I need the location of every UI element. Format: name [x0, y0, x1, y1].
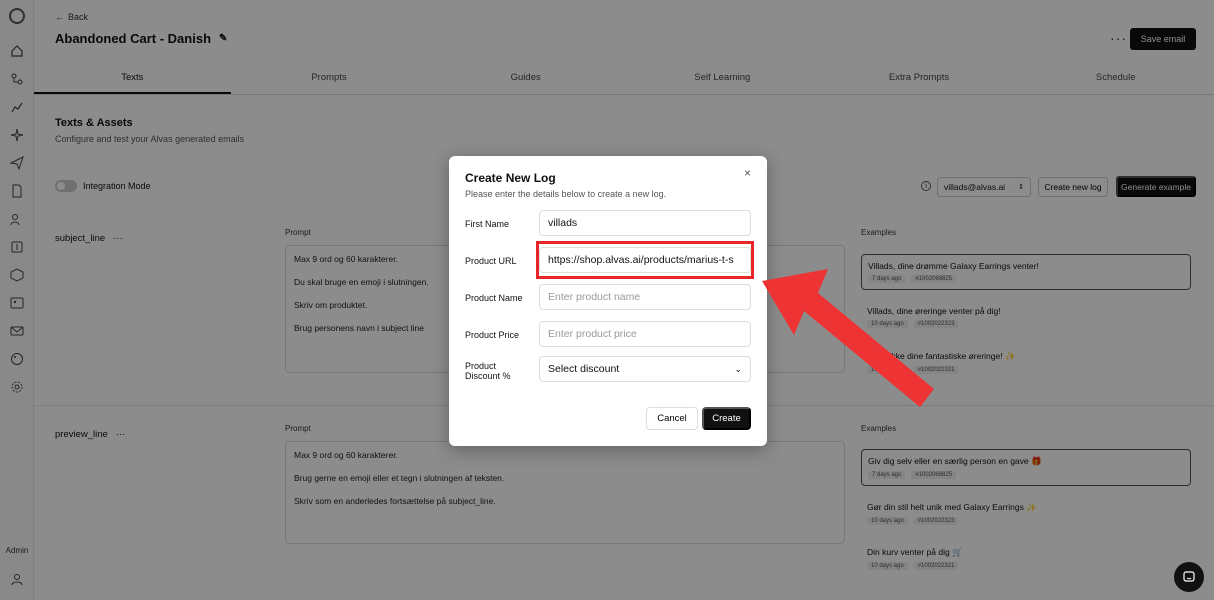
create-log-modal: Create New Log Please enter the details …	[449, 156, 767, 446]
product-url-label: Product URL	[465, 256, 517, 266]
discount-label-line: Discount %	[465, 371, 511, 381]
discount-select-value: Select discount	[548, 363, 620, 375]
chat-bubble-icon[interactable]	[1174, 562, 1204, 592]
product-price-input[interactable]	[539, 321, 751, 347]
chevron-down-icon: ⌄	[734, 363, 742, 374]
annotation-highlight-box	[536, 241, 754, 279]
modal-title: Create New Log	[465, 171, 556, 185]
modal-subtitle: Please enter the details below to create…	[465, 189, 667, 199]
create-button[interactable]: Create	[702, 407, 751, 430]
product-discount-label: Product Discount %	[465, 361, 511, 381]
discount-select[interactable]: Select discount ⌄	[539, 356, 751, 382]
product-name-label: Product Name	[465, 293, 523, 303]
annotation-arrow-icon	[762, 269, 934, 407]
first-name-input[interactable]	[539, 210, 751, 236]
product-price-label: Product Price	[465, 330, 520, 340]
product-name-input[interactable]	[539, 284, 751, 310]
first-name-label: First Name	[465, 219, 510, 229]
cancel-button[interactable]: Cancel	[646, 407, 698, 430]
discount-label-line: Product	[465, 361, 497, 371]
close-icon[interactable]: ×	[744, 166, 751, 180]
